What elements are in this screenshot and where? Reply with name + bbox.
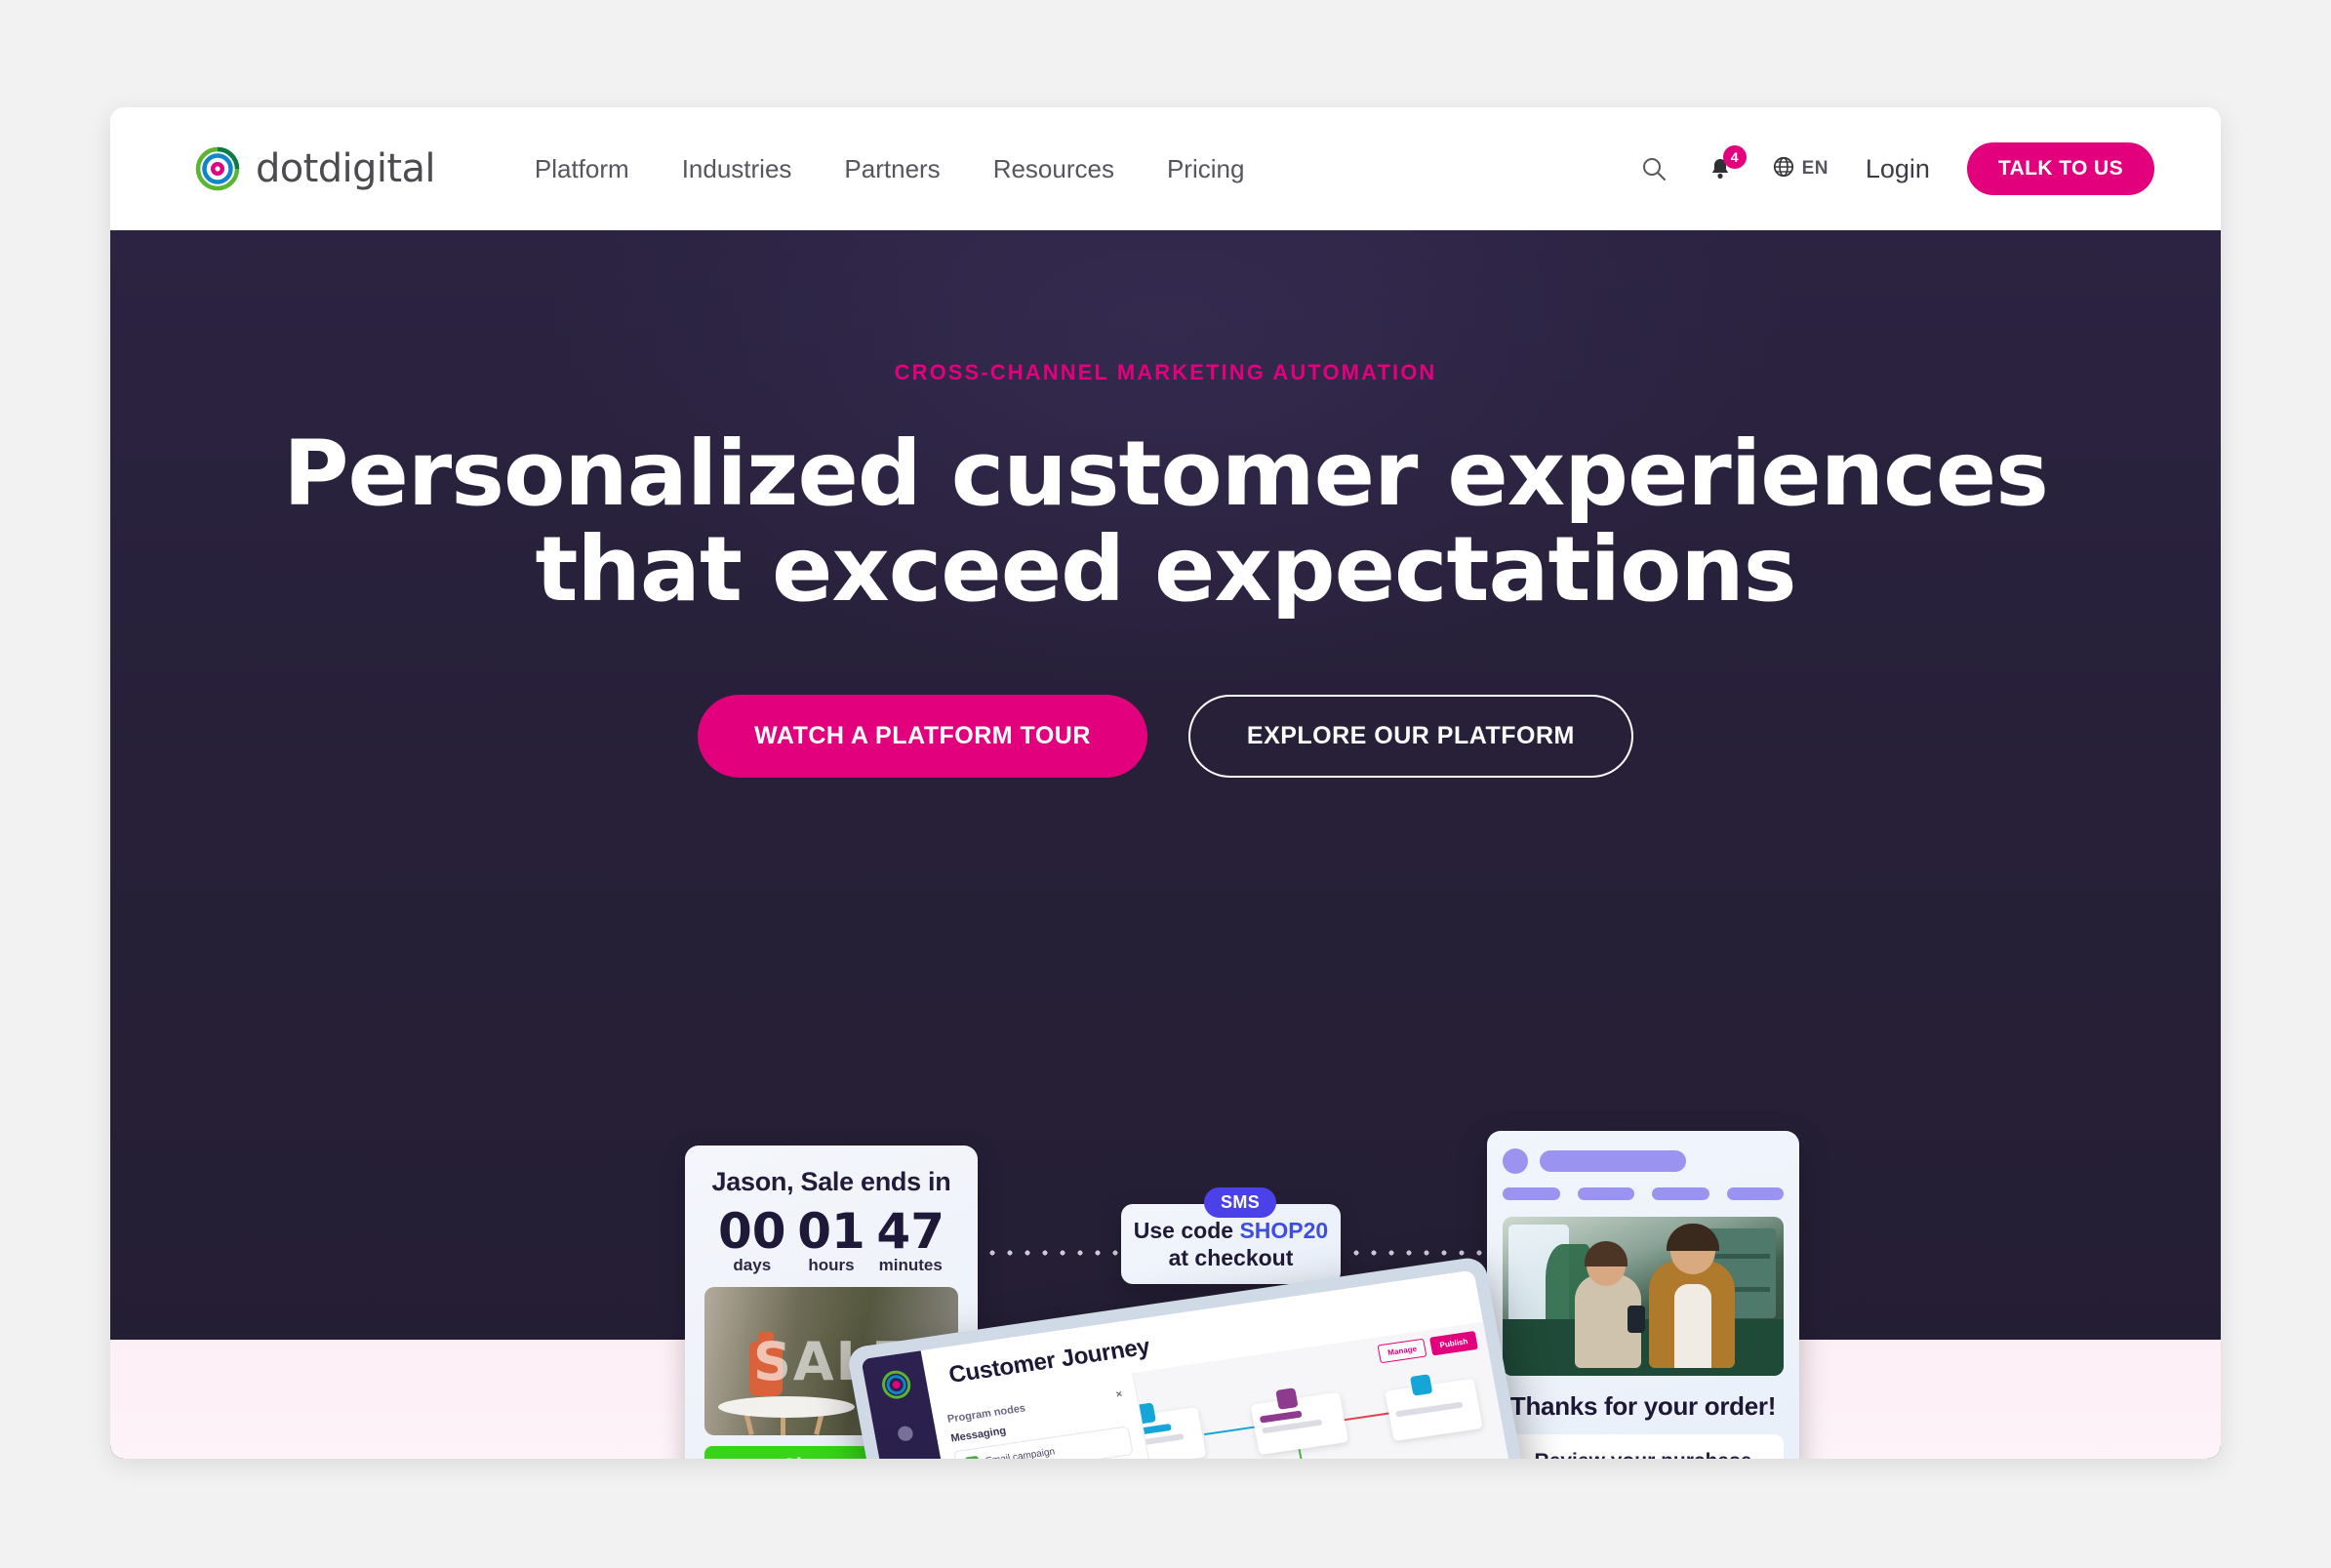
countdown-minutes-label: minutes bbox=[878, 1256, 943, 1274]
countdown-days-value: 00 bbox=[718, 1203, 786, 1260]
globe-icon bbox=[1772, 155, 1795, 183]
countdown-timer: 00 days 01 hours 47 minutes bbox=[704, 1197, 958, 1275]
node-type-icon bbox=[1409, 1374, 1433, 1396]
sms-promo-code: SHOP20 bbox=[1239, 1217, 1329, 1243]
tab-manage[interactable]: Manage bbox=[1377, 1338, 1427, 1364]
nav-item-partners[interactable]: Partners bbox=[844, 154, 940, 184]
site-header: dotdigital Platform Industries Partners … bbox=[110, 107, 2221, 230]
countdown-minutes-value: 47 bbox=[876, 1203, 944, 1260]
nav-item-resources[interactable]: Resources bbox=[993, 154, 1114, 184]
panel-collapse-icon[interactable]: × bbox=[1115, 1388, 1124, 1401]
thanks-message: Thanks for your order! bbox=[1509, 1391, 1777, 1421]
brand-name: dotdigital bbox=[256, 146, 435, 191]
node-type-icon bbox=[1275, 1387, 1299, 1410]
journey-connector bbox=[1204, 1426, 1255, 1436]
countdown-unit-hours: 01 hours bbox=[797, 1205, 865, 1275]
connector-dots-left bbox=[984, 1250, 1118, 1256]
journey-connector bbox=[1344, 1412, 1389, 1422]
tab-publish[interactable]: Publish bbox=[1429, 1330, 1478, 1356]
dotdigital-target-icon bbox=[195, 146, 240, 191]
language-code: EN bbox=[1801, 158, 1829, 179]
countdown-unit-days: 00 days bbox=[718, 1205, 786, 1275]
canvas-tabs: Manage Publish bbox=[1377, 1330, 1478, 1364]
home-icon[interactable] bbox=[891, 1422, 920, 1448]
header-actions: 4 EN Login TALK TO US bbox=[1639, 142, 2154, 195]
skeleton-nav-item bbox=[1652, 1187, 1709, 1200]
person-right-shirt bbox=[1674, 1284, 1711, 1368]
countdown-unit-minutes: 47 minutes bbox=[876, 1205, 944, 1275]
notification-count-badge: 4 bbox=[1722, 145, 1747, 169]
phone-shape bbox=[1628, 1306, 1645, 1333]
journey-node-wait[interactable] bbox=[1385, 1374, 1483, 1442]
app-logo-icon bbox=[879, 1368, 913, 1401]
skeleton-title-bar bbox=[1540, 1150, 1686, 1172]
journey-node-decision[interactable] bbox=[1250, 1387, 1349, 1456]
skeleton-nav-item bbox=[1577, 1187, 1634, 1200]
nav-item-industries[interactable]: Industries bbox=[682, 154, 792, 184]
journey-connector bbox=[1298, 1449, 1310, 1459]
hero-section: CROSS-CHANNEL MARKETING AUTOMATION Perso… bbox=[110, 230, 2221, 1459]
skeleton-avatar bbox=[1503, 1148, 1528, 1174]
talk-to-us-button[interactable]: TALK TO US bbox=[1966, 142, 2154, 195]
skeleton-nav-item bbox=[1503, 1187, 1560, 1200]
review-widget: Review your purchase ★ ★ ★ ★ ★ bbox=[1503, 1434, 1784, 1459]
sms-badge: SMS bbox=[1204, 1187, 1277, 1218]
login-link[interactable]: Login bbox=[1866, 154, 1930, 184]
app-body: Customer Journey Program nodes × Messagi… bbox=[920, 1269, 1546, 1459]
browser-page: dotdigital Platform Industries Partners … bbox=[110, 107, 2221, 1459]
primary-nav: Platform Industries Partners Resources P… bbox=[535, 154, 1245, 184]
nav-item-platform[interactable]: Platform bbox=[535, 154, 629, 184]
nav-item-pricing[interactable]: Pricing bbox=[1167, 154, 1244, 184]
connector-dots-right bbox=[1347, 1250, 1492, 1256]
sms-text: Use code SHOP20 at checkout bbox=[1134, 1217, 1328, 1271]
order-review-card: Thanks for your order! Review your purch… bbox=[1487, 1131, 1799, 1459]
sms-line1-prefix: Use code bbox=[1133, 1217, 1240, 1243]
person-left-hair bbox=[1585, 1241, 1628, 1266]
countdown-hours-value: 01 bbox=[797, 1203, 865, 1260]
search-icon[interactable] bbox=[1639, 154, 1668, 183]
countdown-title: Jason, Sale ends in bbox=[711, 1167, 951, 1196]
email-icon bbox=[964, 1455, 981, 1459]
product-collage: Jason, Sale ends in 00 days 01 hours 47 … bbox=[110, 230, 2221, 1459]
couple-photo bbox=[1503, 1217, 1784, 1376]
node-label: Email campaign bbox=[985, 1445, 1056, 1459]
brand-logo[interactable]: dotdigital bbox=[195, 146, 435, 191]
review-skeleton-nav bbox=[1503, 1187, 1784, 1200]
review-prompt: Review your purchase bbox=[1520, 1450, 1766, 1459]
review-skeleton-header bbox=[1503, 1148, 1784, 1174]
skeleton-nav-item bbox=[1726, 1187, 1784, 1200]
panel-title: Program nodes bbox=[945, 1402, 1027, 1426]
language-selector[interactable]: EN bbox=[1772, 155, 1829, 183]
sms-line2: at checkout bbox=[1168, 1245, 1294, 1270]
bell-icon[interactable]: 4 bbox=[1706, 145, 1747, 183]
